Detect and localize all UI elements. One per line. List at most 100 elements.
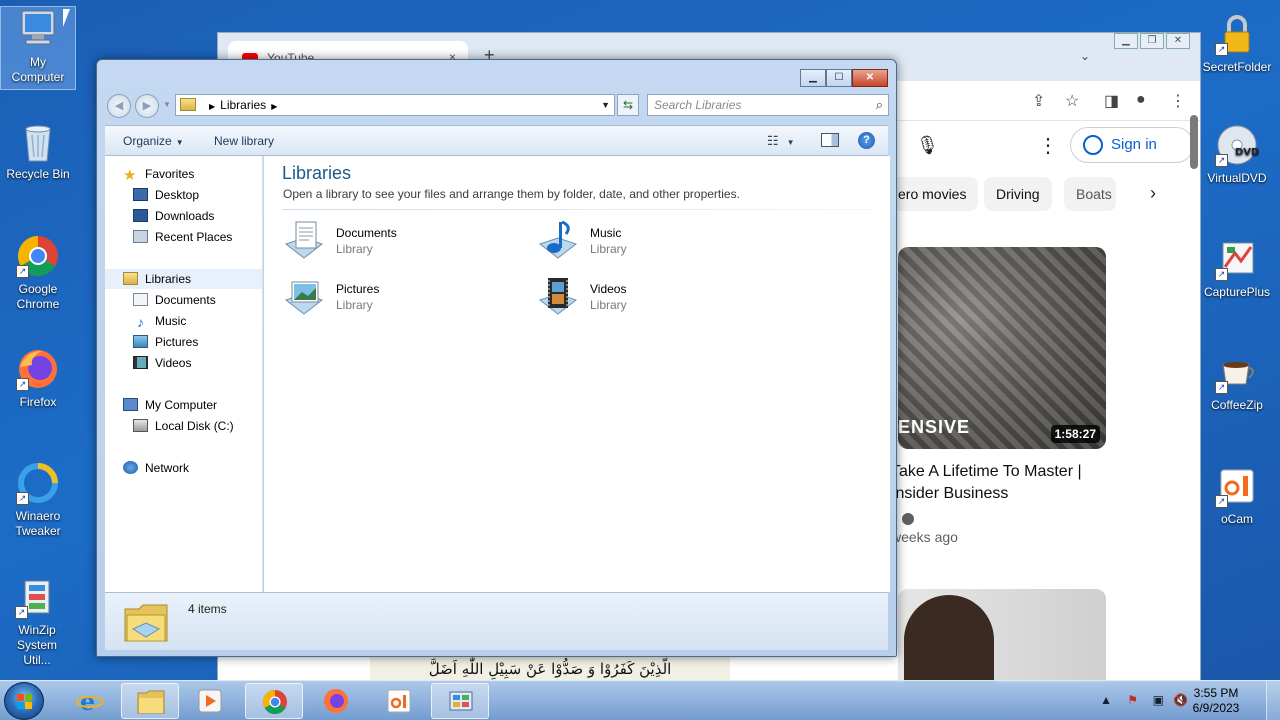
- browser-scrollbar[interactable]: [1190, 115, 1198, 169]
- new-library-button[interactable]: New library: [214, 134, 274, 148]
- library-item-videos[interactable]: Videos Library: [536, 274, 756, 322]
- start-button[interactable]: [4, 682, 44, 720]
- desktop-icon-firefox[interactable]: ↗ Firefox: [1, 347, 75, 410]
- address-bar[interactable]: ▶ Libraries ▶ ▼: [175, 94, 615, 116]
- taskbar-google-chrome[interactable]: [245, 683, 303, 719]
- recent-pages-dropdown[interactable]: ▼: [163, 100, 171, 109]
- browser-close-button[interactable]: ✕: [1166, 33, 1190, 49]
- chip-driving[interactable]: Driving: [984, 177, 1052, 211]
- video-meta: weeks ago: [891, 529, 958, 545]
- search-input[interactable]: Search Libraries ⌕: [647, 94, 889, 116]
- maximize-button[interactable]: ☐: [826, 69, 852, 87]
- nav-local-disk[interactable]: Local Disk (C:): [133, 416, 234, 436]
- nav-documents[interactable]: Documents: [133, 290, 216, 310]
- winzip-icon: ↗: [15, 575, 59, 619]
- close-button[interactable]: ✕: [852, 69, 888, 87]
- browser-maximize-button[interactable]: ❐: [1140, 33, 1164, 49]
- video-duration: 1:58:27: [1050, 425, 1100, 443]
- desktop-icon-ocam[interactable]: ↗ oCam: [1200, 464, 1274, 527]
- profile-icon[interactable]: ●: [1136, 91, 1146, 109]
- browser-menu-icon[interactable]: ⋮: [1170, 91, 1186, 111]
- organize-button[interactable]: Organize ▼: [123, 134, 184, 148]
- refresh-icon[interactable]: ⇆: [617, 94, 639, 116]
- account-icon: [1083, 135, 1103, 155]
- taskbar-ocam[interactable]: [370, 683, 428, 719]
- taskbar-internet-explorer[interactable]: e: [61, 683, 119, 719]
- divider: [282, 209, 874, 210]
- share-icon[interactable]: ⇪: [1032, 91, 1045, 111]
- library-name: Documents: [336, 226, 397, 240]
- browser-minimize-button[interactable]: ▁: [1114, 33, 1138, 49]
- desktop-icon-winaero-tweaker[interactable]: ↗ Winaero Tweaker: [1, 461, 75, 539]
- preview-pane-icon[interactable]: [821, 133, 839, 147]
- flag-action-center-icon[interactable]: ⚑: [1127, 693, 1138, 707]
- chips-next-chevron-icon[interactable]: ›: [1150, 183, 1156, 204]
- nav-videos[interactable]: Videos: [133, 353, 191, 373]
- nav-network[interactable]: Network: [123, 458, 189, 478]
- nav-label: Pictures: [155, 335, 199, 349]
- show-hidden-icons-chevron-icon[interactable]: ▲: [1100, 693, 1112, 707]
- taskbar-control-panel[interactable]: [431, 683, 489, 719]
- library-item-music[interactable]: Music Library: [536, 218, 756, 266]
- tab-search-chevron-icon[interactable]: ⌄: [1080, 49, 1090, 63]
- nav-downloads[interactable]: Downloads: [133, 206, 214, 226]
- video-title[interactable]: Take A Lifetime To Master | Insider Busi…: [891, 461, 1121, 505]
- desktop-icon-winzip-system-utilities[interactable]: ↗ WinZip System Util...: [0, 575, 74, 668]
- side-panel-icon[interactable]: ◨: [1104, 91, 1119, 111]
- voice-search-mic-icon[interactable]: 🎙: [916, 135, 939, 156]
- desktop-icon-label: CapturePlus: [1203, 285, 1271, 299]
- nav-pictures[interactable]: Pictures: [133, 332, 198, 352]
- youtube-settings-kebab-icon[interactable]: ⋮: [1038, 133, 1058, 158]
- desktop-icon-google-chrome[interactable]: ↗ Google Chrome: [1, 234, 75, 312]
- chip-movies[interactable]: ero movies: [886, 177, 979, 211]
- desktop-icon-coffeezip[interactable]: ↗ CoffeeZip: [1200, 350, 1274, 413]
- network-status-icon[interactable]: ▣: [1153, 693, 1164, 707]
- breadcrumb-libraries[interactable]: Libraries: [220, 98, 266, 112]
- video-thumbnail-2[interactable]: [898, 589, 1106, 683]
- desktop-icon-label: My Computer: [11, 55, 65, 84]
- help-icon[interactable]: ?: [858, 132, 875, 149]
- favorites-star-icon: ★: [123, 167, 137, 184]
- thumbnail-caption: ENSIVE: [898, 417, 971, 437]
- library-item-pictures[interactable]: Pictures Library: [282, 274, 502, 322]
- address-dropdown-icon[interactable]: ▼: [601, 95, 610, 115]
- chip-boats[interactable]: Boats: [1064, 177, 1116, 211]
- mouse-cursor-icon: [63, 9, 70, 27]
- minimize-button[interactable]: ▁: [800, 69, 826, 87]
- nav-music[interactable]: ♪ Music: [133, 311, 186, 331]
- search-icon[interactable]: ⌕: [876, 95, 883, 115]
- taskbar-media-player[interactable]: [181, 683, 239, 719]
- recent-places-icon: [133, 230, 148, 243]
- sign-in-button[interactable]: Sign in: [1070, 127, 1194, 163]
- svg-text:DVD: DVD: [1235, 147, 1259, 158]
- shortcut-arrow-icon: ↗: [1215, 381, 1228, 394]
- video-thumbnail[interactable]: ENSIVE 1:58:27: [898, 247, 1106, 449]
- breadcrumb-arrow-icon[interactable]: ▶: [271, 102, 277, 111]
- library-name: Pictures: [336, 282, 380, 296]
- breadcrumb-arrow-icon[interactable]: ▶: [209, 102, 215, 111]
- desktop-icon-captureplus[interactable]: ↗ CapturePlus: [1200, 237, 1274, 300]
- nav-desktop[interactable]: Desktop: [133, 185, 199, 205]
- desktop-icon-virtualdvd[interactable]: DVD ↗ VirtualDVD: [1200, 123, 1274, 186]
- desktop-icon-recycle-bin[interactable]: Recycle Bin: [1, 119, 75, 182]
- nav-favorites[interactable]: ★ Favorites: [123, 164, 194, 184]
- taskbar-windows-explorer[interactable]: [121, 683, 179, 719]
- desktop-icon-secretfolder[interactable]: ↗ SecretFolder: [1200, 12, 1274, 75]
- nav-label: Network: [145, 461, 190, 475]
- nav-recent-places[interactable]: Recent Places: [133, 227, 232, 247]
- nav-libraries[interactable]: Libraries: [105, 269, 262, 289]
- nav-my-computer[interactable]: My Computer: [123, 395, 217, 415]
- bookmark-star-icon[interactable]: ☆: [1065, 91, 1079, 111]
- forward-button[interactable]: ▶: [135, 94, 159, 118]
- back-button[interactable]: ◀: [107, 94, 131, 118]
- show-desktop-button[interactable]: [1266, 681, 1280, 720]
- library-item-documents[interactable]: Documents Library: [282, 218, 502, 266]
- control-panel-icon: [449, 691, 473, 711]
- recycle-bin-icon: [16, 119, 60, 163]
- shortcut-arrow-icon: ↗: [1215, 43, 1228, 56]
- system-clock[interactable]: 3:55 PM 6/9/2023: [1186, 686, 1246, 716]
- firefox-icon: ↗: [16, 347, 60, 391]
- taskbar-firefox[interactable]: [307, 683, 365, 719]
- change-view-button[interactable]: ☷ ▼: [767, 133, 795, 149]
- dvd-icon: DVD ↗: [1215, 123, 1259, 167]
